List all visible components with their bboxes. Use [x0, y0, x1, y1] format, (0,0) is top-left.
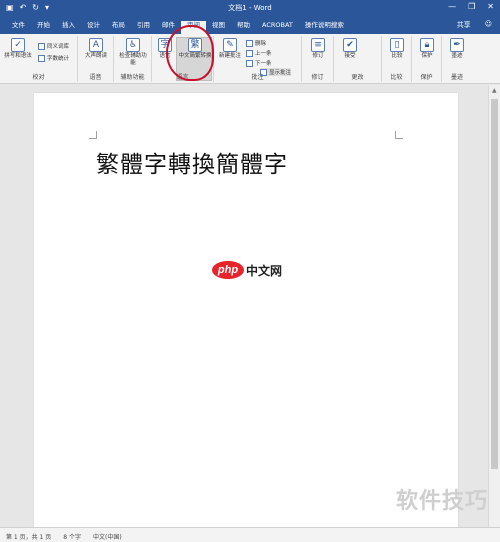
restore-button[interactable]: ❐	[468, 2, 475, 11]
tab-9[interactable]: 帮助	[231, 21, 256, 34]
new-comment-button[interactable]: ✎ 新建批注	[217, 38, 243, 60]
tab-3[interactable]: 设计	[81, 21, 106, 34]
track-changes-button[interactable]: ≡ 修订	[305, 38, 331, 60]
ribbon-tabs-bar: 文件 开始 插入 设计 布局 引用 邮件 审阅 视图 帮助 ACROBAT 操作说明搜索 共享 ☺	[0, 17, 500, 34]
ink-button[interactable]: ✒ 墨迹	[444, 38, 470, 60]
tab-2[interactable]: 插入	[56, 21, 81, 34]
group-proofing: ✓ 拼写和语法 同义词库 字数统计 校对	[0, 36, 78, 82]
delete-comment-icon	[246, 39, 253, 47]
php-logo: php	[212, 261, 244, 279]
track-changes-icon: ≡	[311, 38, 325, 52]
tabs-right: 共享 ☺	[457, 20, 492, 30]
group-changes: ✔ 接受 更改	[334, 36, 382, 82]
group-protect: 🔒︎ 保护 保护	[412, 36, 442, 82]
margin-corner-top-right	[395, 131, 403, 139]
word-count[interactable]: 8 个字	[63, 532, 81, 541]
title-bar: ▣ ↶ ↻ ▾ 文档1 - Word — ❐ ✕	[0, 0, 500, 17]
new-comment-icon: ✎	[223, 38, 237, 52]
group-label-protect: 保护	[420, 74, 433, 81]
next-comment-button[interactable]: 下一条	[246, 59, 272, 67]
compare-icon: ▯	[390, 38, 404, 52]
vertical-scrollbar[interactable]: ▲	[488, 85, 500, 527]
group-ink: ✒ 墨迹 墨迹	[442, 36, 472, 82]
group-label-proofing: 校对	[32, 74, 45, 81]
spelling-icon: ✓	[11, 38, 25, 52]
group-label-ink: 墨迹	[450, 74, 463, 81]
group-accessibility: ♿ 检查辅助功能 辅助功能	[114, 36, 152, 82]
accept-icon: ✔	[343, 38, 357, 52]
tab-8[interactable]: 视图	[206, 21, 231, 34]
group-compare: ▯ 比较 比较	[382, 36, 412, 82]
spelling-button[interactable]: ✓ 拼写和语法	[4, 38, 32, 60]
document-page[interactable]: 繁體字轉換簡體字 php 中文网	[34, 93, 458, 533]
status-bar: 第 1 页，共 1 页 8 个字 中文(中国)	[0, 527, 500, 542]
read-aloud-button[interactable]: A 大声朗读	[82, 38, 110, 60]
scroll-thumb[interactable]	[491, 99, 498, 469]
wordcount-button[interactable]: 字数统计	[38, 54, 69, 62]
share-button[interactable]: 共享	[457, 20, 471, 30]
margin-corner-top-left	[89, 131, 97, 139]
wordcount-icon	[38, 54, 45, 62]
prev-comment-icon	[246, 49, 253, 57]
group-label-comments: 批注	[251, 74, 264, 81]
thesaurus-icon	[38, 42, 45, 50]
protect-button[interactable]: 🔒︎ 保护	[414, 38, 440, 60]
group-comments: ✎ 新建批注 删除 上一条 下一条 显示批注 批注	[214, 36, 302, 82]
group-label-accessibility: 辅助功能	[120, 74, 145, 81]
window-title: 文档1 - Word	[228, 4, 272, 12]
ink-icon: ✒	[450, 38, 464, 52]
lock-icon: 🔒︎	[420, 38, 434, 52]
prev-comment-button[interactable]: 上一条	[246, 49, 272, 57]
language-status[interactable]: 中文(中国)	[93, 532, 122, 541]
feedback-icon[interactable]: ☺	[485, 20, 492, 30]
compare-button[interactable]: ▯ 比较	[384, 38, 410, 60]
tab-11[interactable]: 操作说明搜索	[299, 21, 350, 34]
document-area: 繁體字轉換簡體字 php 中文网	[0, 85, 488, 533]
group-label-compare: 比较	[390, 74, 403, 81]
minimize-button[interactable]: —	[448, 2, 456, 11]
close-button[interactable]: ✕	[487, 2, 494, 11]
thesaurus-button[interactable]: 同义词库	[38, 42, 69, 50]
group-label-tracking: 修订	[311, 74, 324, 81]
window-controls: — ❐ ✕	[448, 2, 494, 11]
check-accessibility-button[interactable]: ♿ 检查辅助功能	[118, 38, 148, 67]
next-comment-icon	[246, 59, 253, 67]
group-tracking: ≡ 修订 修订	[302, 36, 334, 82]
site-watermark: php 中文网	[212, 261, 282, 279]
tab-10[interactable]: ACROBAT	[256, 21, 299, 34]
tab-0[interactable]: 文件	[6, 21, 31, 34]
accept-button[interactable]: ✔ 接受	[337, 38, 363, 60]
group-label-changes: 更改	[351, 74, 364, 81]
tab-5[interactable]: 引用	[131, 21, 156, 34]
scroll-up-arrow-icon[interactable]: ▲	[492, 87, 497, 94]
read-aloud-icon: A	[89, 38, 103, 52]
annotation-circle	[166, 25, 214, 81]
corner-watermark: 软件技巧	[395, 489, 488, 514]
ribbon: ✓ 拼写和语法 同义词库 字数统计 校对 A 大声朗读 语音 ♿ 检查辅助功能 …	[0, 34, 500, 84]
group-speech: A 大声朗读 语音	[78, 36, 114, 82]
watermark-text: 中文网	[246, 263, 283, 278]
accessibility-icon: ♿	[126, 38, 140, 52]
group-label-speech: 语音	[89, 74, 102, 81]
document-text[interactable]: 繁體字轉換簡體字	[96, 145, 288, 179]
tab-1[interactable]: 开始	[31, 21, 56, 34]
delete-comment-button[interactable]: 删除	[246, 39, 266, 47]
tab-4[interactable]: 布局	[106, 21, 131, 34]
page-count[interactable]: 第 1 页，共 1 页	[6, 532, 51, 541]
